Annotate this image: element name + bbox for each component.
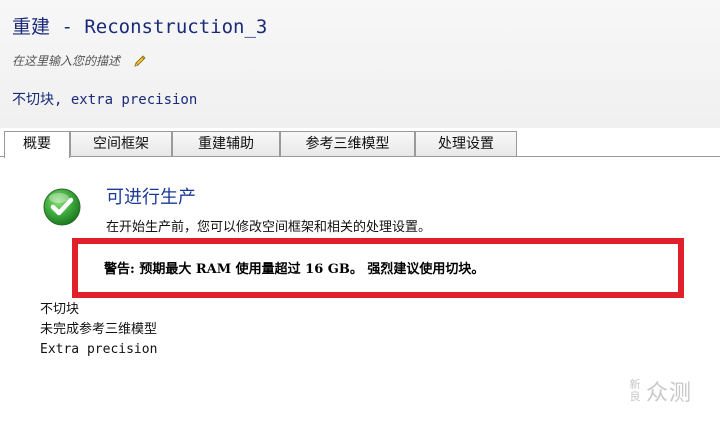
detail-precision: Extra precision (40, 342, 158, 357)
warning-message: 警告: 预期最大 RAM 使用量超过 16 GB。 强烈建议使用切块。 (104, 262, 485, 277)
tab-reconstruction-constraints[interactable]: 重建辅助 (172, 131, 280, 156)
description-row[interactable]: 在这里输入您的描述 (12, 52, 148, 69)
detail-tiling: 不切块 (40, 302, 80, 317)
tab-bar: 概要 空间框架 重建辅助 参考三维模型 处理设置 (0, 131, 720, 158)
status-title: 可进行生产 (106, 187, 196, 208)
detail-reference-model: 未完成参考三维模型 (40, 322, 158, 337)
watermark: 新 良 众测 (628, 375, 692, 407)
tab-spatial-framework[interactable]: 空间框架 (70, 131, 172, 156)
details-list: 不切块 未完成参考三维模型 Extra precision (40, 300, 157, 360)
pencil-icon[interactable] (132, 53, 148, 69)
watermark-text: 众测 (646, 381, 693, 406)
description-placeholder[interactable]: 在这里输入您的描述 (12, 52, 120, 69)
check-circle-icon (43, 188, 81, 226)
page-title: 重建 - Reconstruction_3 (12, 16, 268, 38)
tab-reference-3d-model[interactable]: 参考三维模型 (280, 131, 415, 156)
status-description: 在开始生产前，您可以修改空间框架和相关的处理设置。 (106, 220, 432, 235)
header-panel: 重建 - Reconstruction_3 在这里输入您的描述 不切块, ext… (0, 0, 720, 128)
watermark-logo: 新 良 (629, 378, 641, 403)
tab-processing-settings[interactable]: 处理设置 (415, 131, 517, 156)
tab-overview[interactable]: 概要 (4, 131, 70, 158)
reconstruction-summary: 不切块, extra precision (12, 92, 198, 108)
